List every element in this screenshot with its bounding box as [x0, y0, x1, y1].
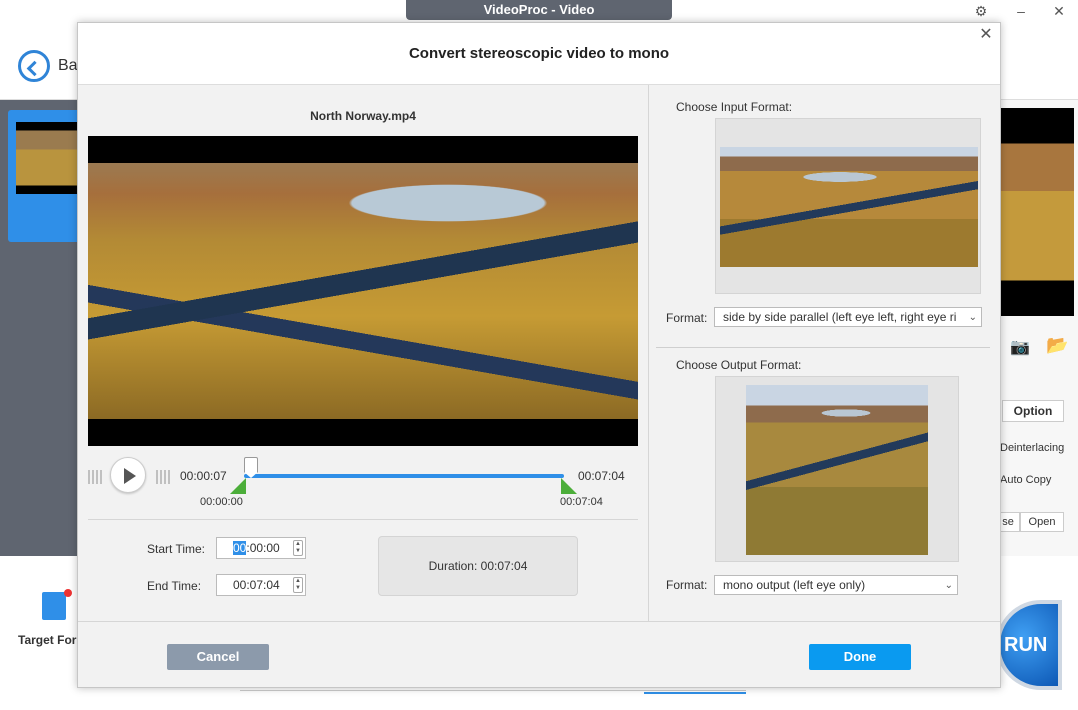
open-button[interactable]: Open: [1020, 512, 1064, 532]
input-format-preview: [715, 118, 981, 294]
divider: [88, 519, 638, 520]
current-time: 00:00:07: [180, 469, 227, 483]
end-time-stepper[interactable]: 00:07:04 ▲ ▼: [216, 574, 306, 596]
option-button[interactable]: Option: [1002, 400, 1064, 422]
timeline-track[interactable]: [244, 474, 564, 478]
output-format-select[interactable]: mono output (left eye only) ⌄: [714, 575, 958, 595]
trim-start-marker[interactable]: [230, 478, 246, 494]
divider: [656, 347, 990, 348]
target-format-icon[interactable]: [42, 592, 66, 620]
duration-display: Duration: 00:07:04: [378, 536, 578, 596]
start-time-label: Start Time:: [147, 542, 206, 556]
video-frame: [88, 163, 638, 419]
output-format-label: Format:: [666, 578, 708, 592]
input-format-label: Format:: [666, 311, 708, 325]
footer-divider: [78, 621, 1000, 622]
active-tab-indicator: [644, 692, 746, 694]
video-thumbnail: [16, 122, 80, 194]
notification-dot: [64, 589, 72, 597]
input-format-select[interactable]: side by side parallel (left eye left, ri…: [714, 307, 982, 327]
close-window-icon[interactable]: ✕: [1048, 2, 1070, 20]
end-time-label: End Time:: [147, 579, 202, 593]
input-format-title: Choose Input Format:: [676, 100, 793, 114]
folder-icon[interactable]: 📂: [1046, 335, 1068, 356]
start-time-selected-segment: 00: [233, 541, 247, 555]
start-time-stepper[interactable]: 00:00:00 ▲ ▼: [216, 537, 306, 559]
input-format-value: side by side parallel (left eye left, ri…: [723, 310, 957, 324]
video-preview[interactable]: [88, 136, 638, 446]
end-time-value: 00:07:04: [233, 578, 280, 592]
dialog-title: Convert stereoscopic video to mono: [78, 23, 1000, 85]
auto-copy-checkbox-label[interactable]: Auto Copy: [1000, 474, 1051, 486]
output-format-preview: [715, 376, 959, 562]
playhead-handle[interactable]: [244, 457, 258, 478]
stepper-arrows-icon[interactable]: ▲ ▼: [293, 540, 303, 556]
minimize-icon[interactable]: –: [1010, 2, 1032, 20]
convert-stereo-dialog: Convert stereoscopic video to mono ✕ Nor…: [77, 22, 1001, 688]
window-title: VideoProc - Video: [406, 0, 672, 20]
cancel-button[interactable]: Cancel: [167, 644, 269, 670]
stepper-arrows-icon[interactable]: ▲ ▼: [293, 577, 303, 593]
grip-icon: [156, 470, 170, 484]
back-arrow-icon[interactable]: [18, 50, 50, 82]
deinterlacing-checkbox-label[interactable]: Deinterlacing: [1000, 442, 1064, 454]
output-format-value: mono output (left eye only): [723, 578, 866, 592]
input-preview-image: [720, 147, 978, 267]
file-name: North Norway.mp4: [310, 109, 416, 123]
gear-icon[interactable]: ⚙: [970, 2, 992, 20]
trim-start-time: 00:00:00: [200, 496, 243, 508]
video-list-item[interactable]: [8, 110, 80, 242]
back-label[interactable]: Ba: [58, 57, 78, 75]
play-button[interactable]: [110, 457, 146, 493]
trim-end-time: 00:07:04: [560, 496, 603, 508]
chevron-down-icon: ⌄: [968, 312, 977, 323]
camera-icon[interactable]: 📷: [1010, 337, 1030, 357]
close-icon[interactable]: ✕: [976, 25, 996, 45]
grip-icon: [88, 470, 102, 484]
done-button[interactable]: Done: [809, 644, 911, 670]
target-format-label[interactable]: Target For: [18, 633, 76, 647]
output-format-title: Choose Output Format:: [676, 358, 802, 372]
trim-end-marker[interactable]: [561, 478, 577, 494]
output-preview-image: [746, 385, 928, 555]
right-preview: [1000, 108, 1074, 316]
total-time: 00:07:04: [578, 469, 625, 483]
vertical-divider: [648, 85, 649, 621]
start-time-rest: :00:00: [246, 541, 280, 555]
chevron-down-icon: ⌄: [944, 580, 953, 591]
